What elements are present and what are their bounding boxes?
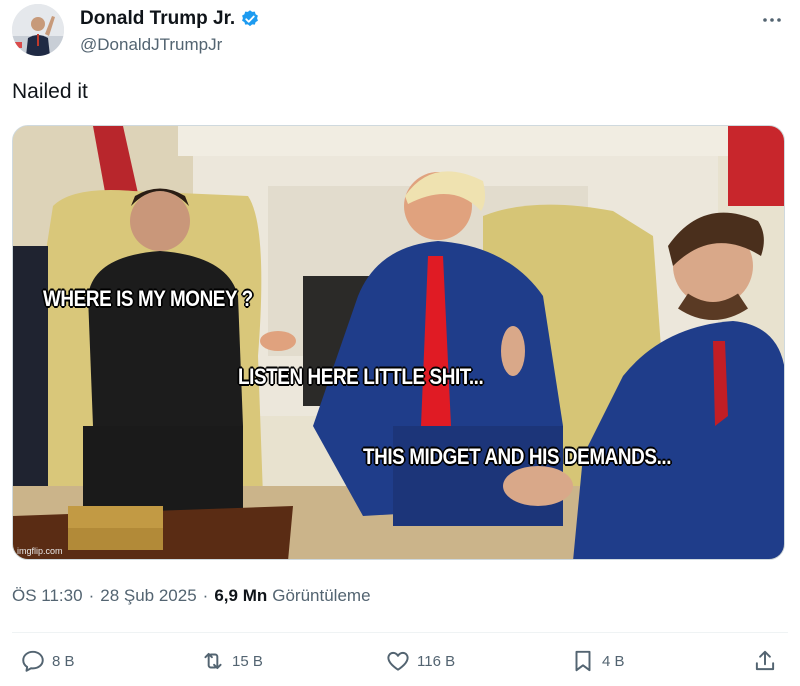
tweet-time[interactable]: ÖS 11:30 (12, 586, 83, 606)
repost-icon (204, 652, 222, 670)
bookmark-count: 4 B (602, 652, 625, 670)
action-bar: 8 B 15 B 116 B 4 B (12, 648, 788, 682)
share-button[interactable] (752, 648, 784, 674)
bookmark-button[interactable]: 4 B (570, 648, 625, 674)
more-options-icon[interactable] (760, 10, 784, 30)
tweet-text: Nailed it (12, 80, 88, 103)
tweet-header: Donald Trump Jr. @DonaldJTrumpJr (12, 4, 788, 56)
tweet-meta: ÖS 11:30 · 28 Şub 2025 · 6,9 Mn Görüntül… (12, 586, 371, 606)
meta-separator: · (88, 586, 95, 605)
meme-scene-illustration (13, 126, 784, 559)
reply-count: 8 B (52, 652, 75, 670)
author-handle[interactable]: @DonaldJTrumpJr (80, 35, 222, 55)
tweet-date[interactable]: 28 Şub 2025 (100, 586, 196, 606)
avatar[interactable] (12, 4, 64, 56)
meme-caption-2: LISTEN HERE LITTLE SHIT... (238, 364, 484, 389)
meme-caption-1: WHERE IS MY MONEY ? (43, 286, 253, 311)
repost-count: 15 B (232, 652, 263, 670)
reply-icon (22, 650, 44, 672)
like-count: 116 B (417, 652, 456, 670)
meme-caption-3: THIS MIDGET AND HIS DEMANDS... (363, 444, 672, 469)
watermark: imgflip.com (17, 546, 63, 556)
repost-button[interactable]: 15 B (200, 648, 263, 674)
display-name[interactable]: Donald Trump Jr. (80, 8, 235, 30)
views-count: 6,9 Mn (214, 586, 268, 605)
views-label: Görüntüleme (272, 586, 371, 605)
like-button[interactable]: 116 B (385, 648, 455, 674)
reply-button[interactable]: 8 B (20, 648, 75, 674)
heart-icon (387, 651, 409, 671)
bookmark-icon (575, 650, 591, 672)
meta-separator: · (202, 586, 209, 605)
divider (12, 632, 788, 633)
tweet-media-image[interactable]: WHERE IS MY MONEY ? LISTEN HERE LITTLE S… (12, 125, 785, 560)
share-icon (755, 650, 775, 671)
verified-badge-icon (240, 9, 260, 29)
